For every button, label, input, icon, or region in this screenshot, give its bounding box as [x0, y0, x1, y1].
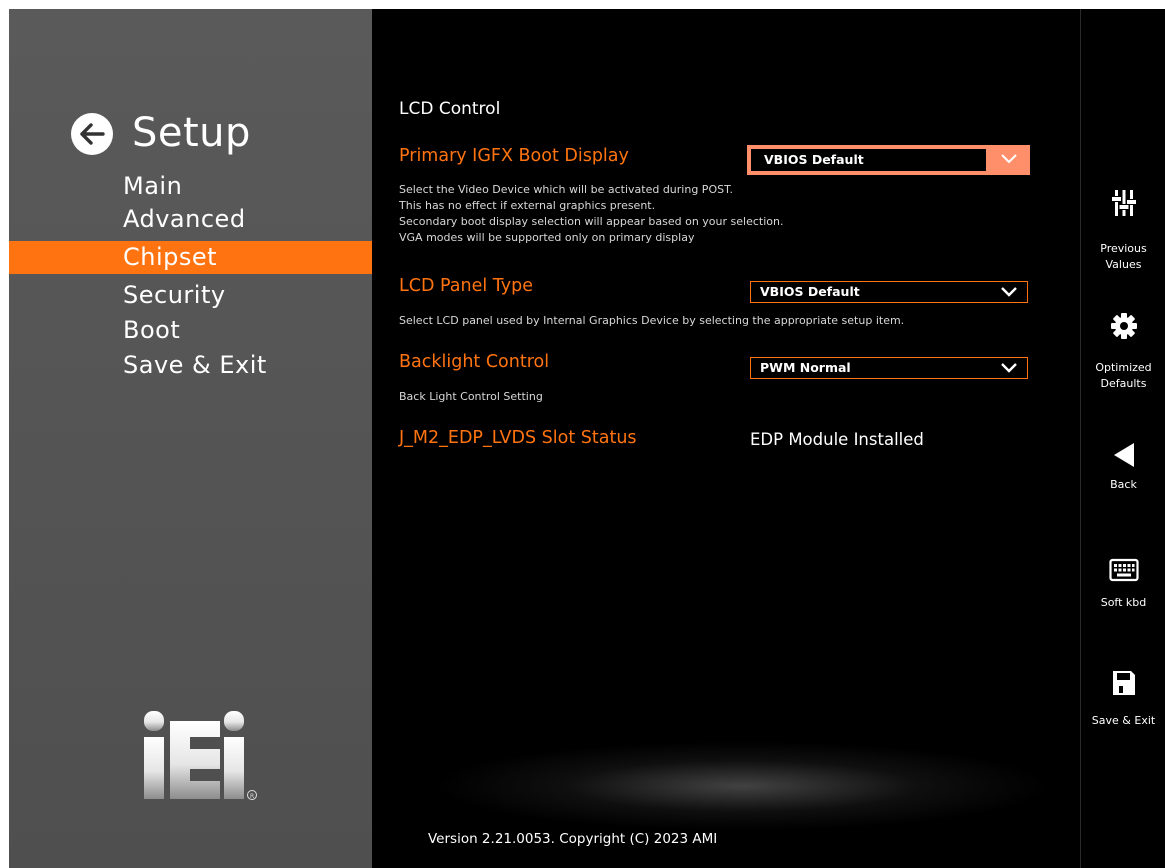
gear-icon — [1081, 312, 1165, 348]
dropdown-field: VBIOS Default — [751, 149, 986, 171]
background-glow — [432, 741, 1052, 831]
chevron-down-icon — [1001, 287, 1017, 297]
tool-label: Previous — [1100, 242, 1147, 255]
iei-logo: R — [144, 711, 264, 811]
sidebar-item-label: Main — [123, 172, 183, 200]
sidebar-item-label: Security — [123, 281, 226, 309]
primary-igfx-boot-display-label[interactable]: Primary IGFX Boot Display — [399, 146, 629, 166]
sidebar-item-main[interactable]: Main — [9, 170, 372, 203]
sidebar-item-label: Boot — [123, 316, 181, 344]
save-exit-button[interactable]: Save & Exit — [1081, 669, 1165, 779]
tool-label: Save & Exit — [1091, 714, 1156, 727]
lcd-panel-type-label[interactable]: LCD Panel Type — [399, 276, 533, 296]
sidebar-item-security[interactable]: Security — [9, 279, 372, 312]
tool-label: Back — [1110, 478, 1137, 491]
help-text-line: Back Light Control Setting — [399, 390, 543, 403]
sidebar-item-label: Chipset — [123, 243, 218, 271]
section-title: LCD Control — [399, 99, 501, 119]
tool-label: Values — [1105, 258, 1142, 271]
tool-label: Optimized — [1095, 361, 1152, 374]
slot-status-label: J_M2_EDP_LVDS Slot Status — [399, 428, 637, 448]
dropdown-value: VBIOS Default — [764, 152, 864, 167]
backlight-control-dropdown[interactable]: PWM Normal — [750, 357, 1028, 379]
help-text-line: Secondary boot display selection will ap… — [399, 215, 784, 228]
dropdown-value: PWM Normal — [760, 360, 851, 375]
save-disk-icon — [1081, 669, 1165, 705]
back-triangle-icon — [1081, 441, 1165, 477]
optimized-defaults-button[interactable]: Optimized Defaults — [1081, 312, 1165, 422]
sliders-icon — [1081, 189, 1165, 225]
sidebar-item-label: Advanced — [123, 205, 246, 233]
help-text-line: VGA modes will be supported only on prim… — [399, 231, 695, 244]
help-text-line: Select LCD panel used by Internal Graphi… — [399, 314, 905, 327]
tool-label: Defaults — [1100, 377, 1147, 390]
help-text-line: Select the Video Device which will be ac… — [399, 183, 733, 196]
back-button[interactable]: Back — [1081, 441, 1165, 551]
dropdown-value: VBIOS Default — [760, 284, 860, 299]
backlight-control-label[interactable]: Backlight Control — [399, 352, 549, 372]
sidebar: Setup Main Advanced Chipset Security Boo… — [9, 9, 372, 868]
previous-values-button[interactable]: Previous Values — [1081, 189, 1165, 299]
chevron-down-icon — [1001, 154, 1017, 164]
sidebar-item-label: Save & Exit — [123, 351, 267, 379]
main-panel: LCD Control Primary IGFX Boot Display VB… — [372, 9, 1080, 868]
back-arrow-icon[interactable] — [71, 113, 113, 155]
sidebar-item-boot[interactable]: Boot — [9, 314, 372, 347]
tool-label: Soft kbd — [1100, 596, 1147, 609]
sidebar-item-save-exit[interactable]: Save & Exit — [9, 349, 372, 382]
svg-text:R: R — [250, 793, 254, 800]
slot-status-value: EDP Module Installed — [750, 430, 924, 449]
bios-setup-screen: Setup Main Advanced Chipset Security Boo… — [0, 0, 1165, 868]
sidebar-item-advanced[interactable]: Advanced — [9, 203, 372, 236]
help-text-line: This has no effect if external graphics … — [399, 199, 656, 212]
lcd-panel-type-dropdown[interactable]: VBIOS Default — [750, 281, 1028, 303]
setup-title: Setup — [132, 110, 251, 156]
version-text: Version 2.21.0053. Copyright (C) 2023 AM… — [428, 831, 718, 847]
right-toolbar: Previous Values Optimized Defaults Back … — [1080, 9, 1165, 868]
sidebar-item-chipset[interactable]: Chipset — [9, 241, 372, 274]
primary-igfx-boot-display-dropdown[interactable]: VBIOS Default — [747, 145, 1030, 175]
chevron-down-icon — [1001, 363, 1017, 373]
soft-keyboard-button[interactable]: Soft kbd — [1081, 557, 1165, 667]
keyboard-icon — [1081, 557, 1165, 593]
